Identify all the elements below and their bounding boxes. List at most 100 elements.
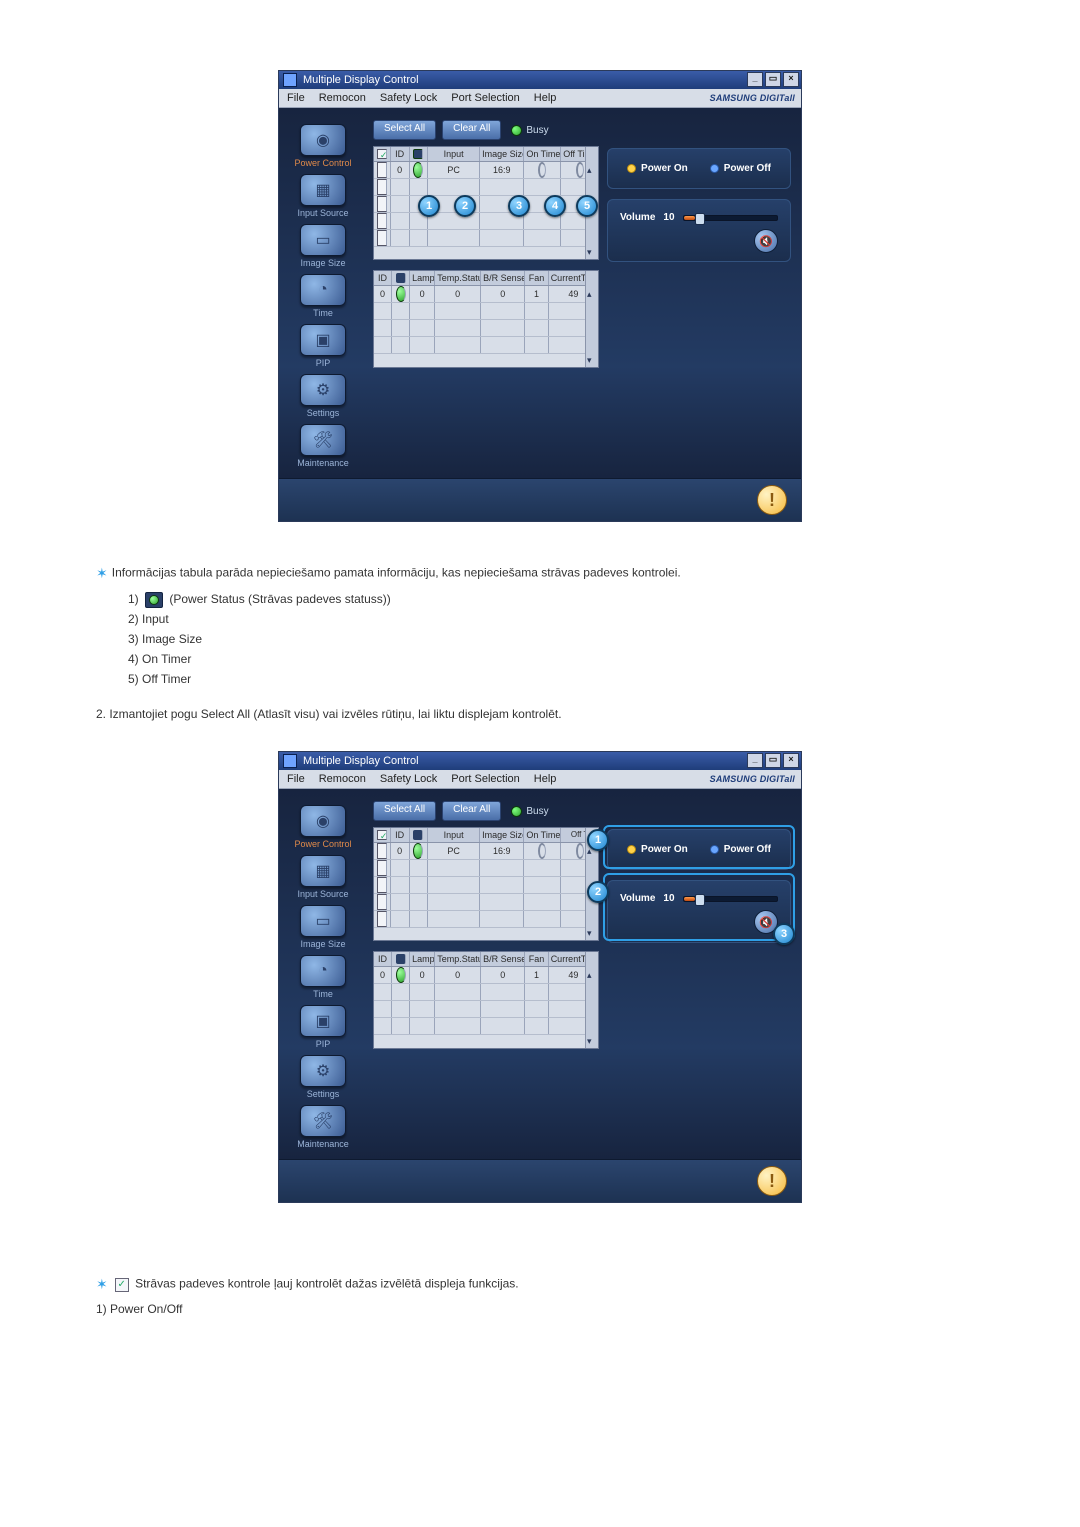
power-icon: ◉ <box>300 124 346 156</box>
cell-lamp: 0 <box>410 286 435 302</box>
col-input: Input <box>428 828 480 842</box>
row-checkbox[interactable] <box>377 162 387 178</box>
col-image-size: Image Size <box>480 828 524 842</box>
col-fan: Fan <box>525 271 548 285</box>
menu-file[interactable]: File <box>287 773 305 785</box>
window-close-button[interactable]: × <box>783 753 799 768</box>
menu-remocon[interactable]: Remocon <box>319 773 366 785</box>
bottom-step-1: 1) Power On/Off <box>96 1302 1024 1316</box>
volume-value: 10 <box>663 212 674 223</box>
pip-icon: ▣ <box>300 324 346 356</box>
power-off-button[interactable]: Power Off <box>710 163 771 174</box>
app-icon <box>283 754 297 768</box>
sidebar-item-power-control[interactable]: ◉Power Control <box>288 803 358 849</box>
sidebar-label-maint: Maintenance <box>297 458 349 468</box>
brand-label: SAMSUNG DIGITall <box>710 93 795 103</box>
list-item-1: 1) (Power Status (Strāvas padeves status… <box>128 590 1024 610</box>
window-restore-button[interactable]: ▭ <box>765 72 781 87</box>
row-checkbox[interactable] <box>377 230 387 246</box>
sidebar-item-input-source[interactable]: ▦Input Source <box>288 853 358 899</box>
header-checkbox[interactable] <box>377 149 387 159</box>
menu-port-selection[interactable]: Port Selection <box>451 92 519 104</box>
sidebar-item-time[interactable]: ◔Time <box>288 953 358 999</box>
col-temp-status: Temp.Status <box>435 952 481 966</box>
select-all-button[interactable]: Select All <box>373 801 436 821</box>
cell-id: 0 <box>391 843 410 859</box>
scrollbar[interactable] <box>585 952 598 1048</box>
menu-file[interactable]: File <box>287 92 305 104</box>
menu-remocon[interactable]: Remocon <box>319 92 366 104</box>
table-row[interactable]: 0 0 0 0 1 49 <box>374 286 598 303</box>
row-checkbox[interactable] <box>377 843 387 859</box>
sidebar-item-image-size[interactable]: ▭Image Size <box>288 222 358 268</box>
sidebar-item-pip[interactable]: ▣PIP <box>288 1003 358 1049</box>
menu-safety-lock[interactable]: Safety Lock <box>380 92 437 104</box>
status-table: ID Lamp Temp.Status B/R Senser Fan Curre… <box>373 951 599 1049</box>
row-checkbox[interactable] <box>377 894 387 910</box>
power-status-icon <box>145 592 163 608</box>
info-text: ✶Informācijas tabula parāda nepieciešamo… <box>96 562 1024 584</box>
sidebar-label-time: Time <box>313 308 333 318</box>
input-icon: ▦ <box>300 855 346 887</box>
row-checkbox[interactable] <box>377 911 387 927</box>
sidebar-item-power-control[interactable]: ◉Power Control <box>288 122 358 168</box>
col-lamp: Lamp <box>410 952 435 966</box>
clear-all-button[interactable]: Clear All <box>442 801 501 821</box>
row-checkbox[interactable] <box>377 179 387 195</box>
menu-port-selection[interactable]: Port Selection <box>451 773 519 785</box>
power-off-button[interactable]: Power Off <box>710 844 771 855</box>
callout-2: 2 <box>587 881 609 903</box>
sidebar-item-input-source[interactable]: ▦Input Source <box>288 172 358 218</box>
volume-label: Volume <box>620 893 655 904</box>
sidebar-item-maintenance[interactable]: 🛠Maintenance <box>288 422 358 468</box>
power-off-dot-icon <box>710 845 719 854</box>
select-all-button[interactable]: Select All <box>373 120 436 140</box>
clear-all-button[interactable]: Clear All <box>442 120 501 140</box>
row-checkbox[interactable] <box>377 213 387 229</box>
sidebar-item-image-size[interactable]: ▭Image Size <box>288 903 358 949</box>
power-on-label: Power On <box>641 844 688 855</box>
imagesize-icon: ▭ <box>300 224 346 256</box>
sidebar-item-pip[interactable]: ▣PIP <box>288 322 358 368</box>
window-close-button[interactable]: × <box>783 72 799 87</box>
callout-1: 1 <box>418 195 440 217</box>
menu-help[interactable]: Help <box>534 92 557 104</box>
volume-slider[interactable] <box>683 215 778 221</box>
volume-panel: Volume 10 🔇 <box>607 880 791 943</box>
sidebar-item-settings[interactable]: ⚙Settings <box>288 372 358 418</box>
volume-slider[interactable] <box>683 896 778 902</box>
cell-on-timer-icon <box>538 162 546 178</box>
power-on-button[interactable]: Power On <box>627 844 688 855</box>
sidebar-label-pip: PIP <box>316 1039 331 1049</box>
row-checkbox[interactable] <box>377 860 387 876</box>
table-row[interactable]: 0 0 0 0 1 49 <box>374 967 598 984</box>
power-off-label: Power Off <box>724 163 771 174</box>
callout-3: 3 <box>508 195 530 217</box>
row-checkbox[interactable] <box>377 877 387 893</box>
menu-safety-lock[interactable]: Safety Lock <box>380 773 437 785</box>
sidebar-item-time[interactable]: ◔Time <box>288 272 358 318</box>
table-row[interactable]: 0 PC 16:9 <box>374 843 598 860</box>
sidebar-item-maintenance[interactable]: 🛠Maintenance <box>288 1103 358 1149</box>
col-id: ID <box>391 147 410 161</box>
header-checkbox[interactable] <box>377 830 387 840</box>
cell-id: 0 <box>374 286 392 302</box>
cell-stat-icon <box>396 286 406 302</box>
table-row[interactable]: 0 PC 16:9 <box>374 162 598 179</box>
power-on-button[interactable]: Power On <box>627 163 688 174</box>
col-br-senser: B/R Senser <box>481 952 525 966</box>
scrollbar[interactable] <box>585 271 598 367</box>
row-checkbox[interactable] <box>377 196 387 212</box>
cell-input: PC <box>428 162 480 178</box>
window-minimize-button[interactable]: _ <box>747 72 763 87</box>
mute-icon[interactable]: 🔇 <box>754 229 778 253</box>
window-restore-button[interactable]: ▭ <box>765 753 781 768</box>
info-table: ID Input Image Size On Timer Off Timer 0… <box>373 146 599 260</box>
sidebar-label-input: Input Source <box>297 208 348 218</box>
cell-stat-icon <box>396 967 406 983</box>
sidebar-item-settings[interactable]: ⚙Settings <box>288 1053 358 1099</box>
window-minimize-button[interactable]: _ <box>747 753 763 768</box>
menu-help[interactable]: Help <box>534 773 557 785</box>
cell-on-timer-icon <box>538 843 546 859</box>
list-item-4: 4) On Timer <box>128 650 1024 670</box>
